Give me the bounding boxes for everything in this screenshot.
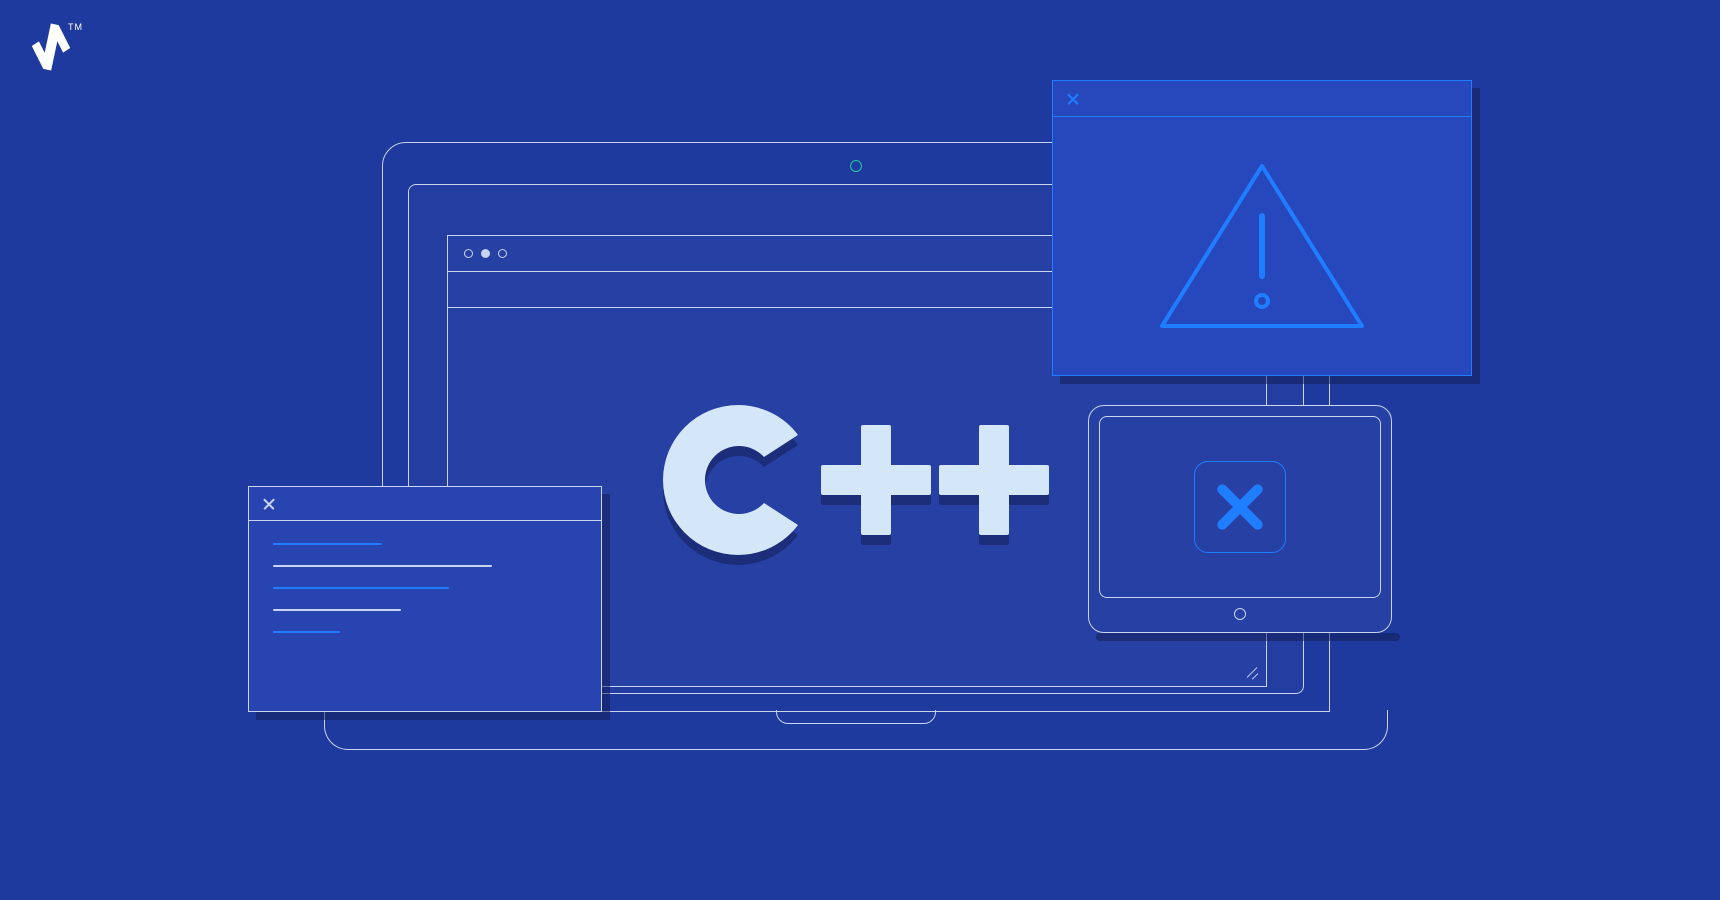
error-x-icon	[1216, 483, 1264, 531]
warning-dialog	[1052, 80, 1472, 376]
tablet-screen	[1099, 416, 1381, 598]
code-line	[273, 543, 382, 545]
resize-handle-icon	[1246, 666, 1258, 678]
terminal-window	[248, 486, 602, 712]
terminal-body	[249, 521, 601, 675]
letter-c-icon	[663, 405, 813, 555]
close-icon	[263, 498, 275, 510]
warning-body	[1053, 117, 1471, 375]
error-app-tile	[1194, 461, 1286, 553]
tablet-device	[1088, 405, 1392, 633]
code-line	[273, 587, 449, 589]
tablet-shadow	[1096, 633, 1400, 641]
code-line	[273, 609, 401, 611]
window-control-min-icon	[481, 249, 490, 258]
close-icon	[1067, 93, 1079, 105]
code-line	[273, 565, 492, 567]
laptop-camera-icon	[850, 160, 862, 172]
terminal-titlebar	[249, 487, 601, 521]
tablet-home-button-icon	[1234, 608, 1246, 620]
code-line	[273, 631, 340, 633]
cpp-wordmark: C++	[663, 405, 1049, 555]
warning-titlebar	[1053, 81, 1471, 117]
trademark-label: TM	[68, 22, 83, 32]
plus-icon-2	[939, 425, 1049, 535]
window-controls	[464, 249, 507, 258]
window-control-close-icon	[464, 249, 473, 258]
warning-triangle-icon	[1152, 156, 1372, 336]
plus-icon-1	[821, 425, 931, 535]
laptop-base	[324, 710, 1388, 750]
window-control-max-icon	[498, 249, 507, 258]
